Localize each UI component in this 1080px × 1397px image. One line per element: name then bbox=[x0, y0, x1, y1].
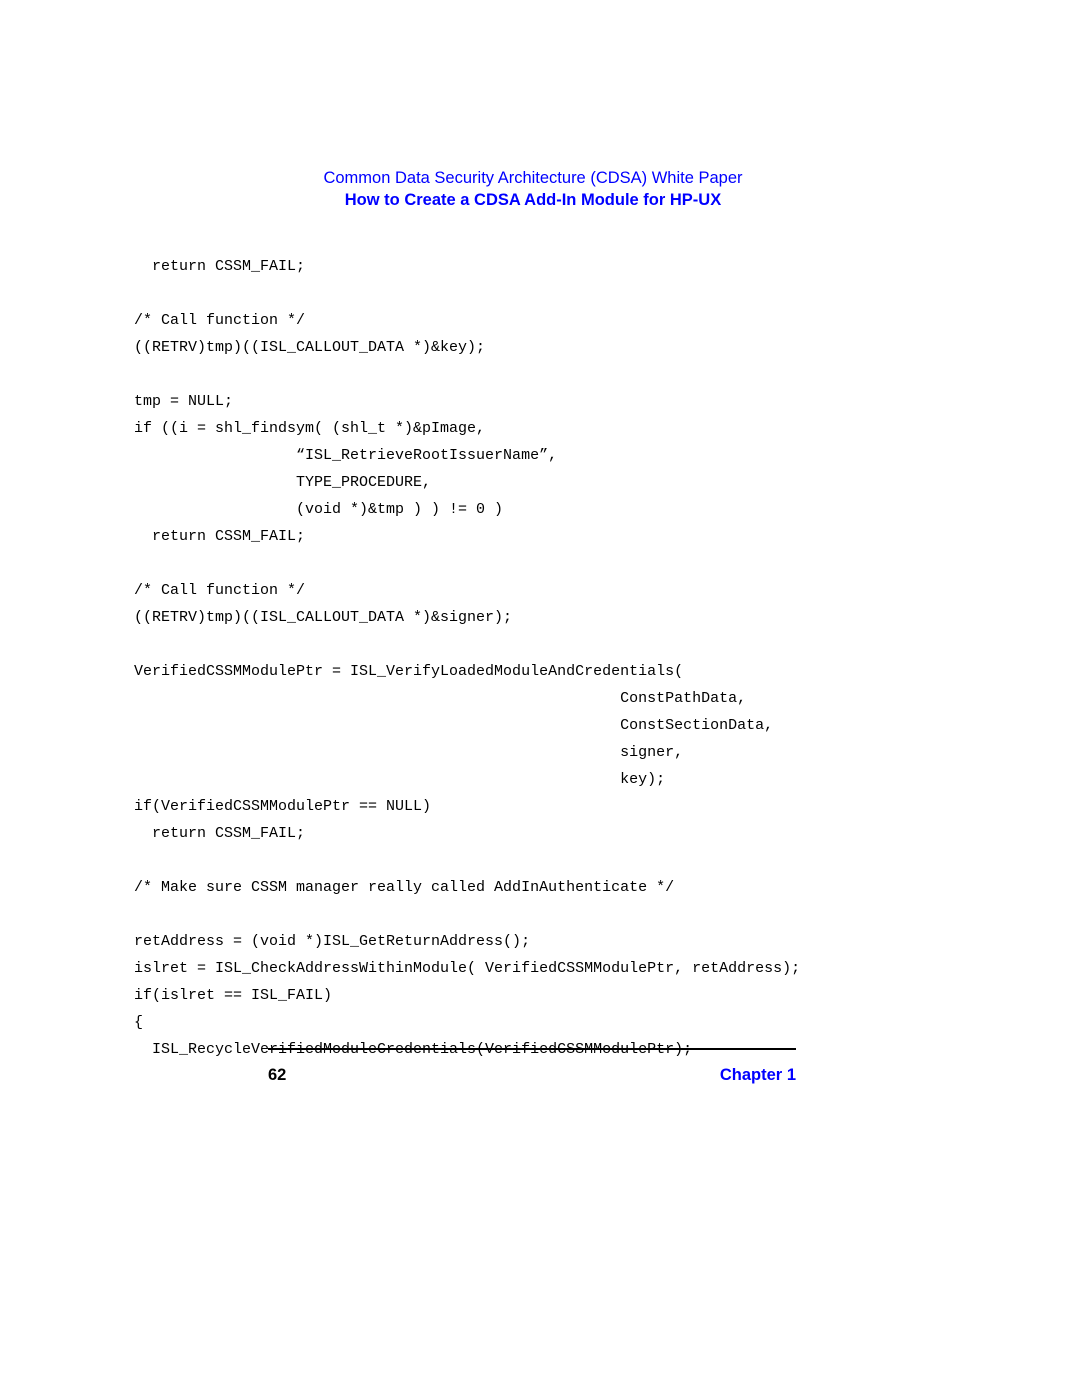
page-footer: 62 Chapter 1 bbox=[268, 1066, 796, 1085]
page-number: 62 bbox=[268, 1066, 286, 1084]
header-title: Common Data Security Architecture (CDSA)… bbox=[268, 168, 798, 189]
footer-rule bbox=[268, 1048, 796, 1050]
code-listing: return CSSM_FAIL; /* Call function */ ((… bbox=[134, 253, 894, 1063]
header-subtitle: How to Create a CDSA Add-In Module for H… bbox=[268, 191, 798, 210]
page-header: Common Data Security Architecture (CDSA)… bbox=[268, 168, 798, 210]
document-page: Common Data Security Architecture (CDSA)… bbox=[0, 0, 1080, 1397]
chapter-label: Chapter 1 bbox=[720, 1066, 796, 1085]
